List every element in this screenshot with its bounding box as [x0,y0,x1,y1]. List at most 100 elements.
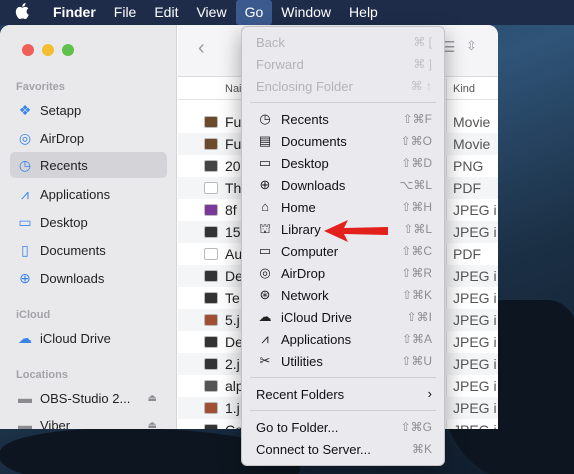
disk-icon: ▬ [18,417,32,429]
menu-item-label: Connect to Server... [256,442,371,457]
menu-window[interactable]: Window [272,0,340,25]
sidebar-item-applications[interactable]: ⩘ Applications [10,181,167,207]
home-icon: ⌂ [261,199,269,214]
eject-icon[interactable]: ⏏ [148,393,157,404]
menu-item-label: Home [281,200,316,215]
sidebar-item-airdrop[interactable]: ◎ AirDrop [10,125,167,151]
sidebar-item-downloads[interactable]: ⊕ Downloads [10,265,167,291]
menu-item-label: AirDrop [281,266,326,281]
menu-item-label: Forward [256,57,304,72]
file-kind: JPEG i [453,356,497,372]
menu-item-forward[interactable]: Forward ⌘ ] [242,53,444,75]
sort-icon[interactable]: ⇳ [466,38,477,54]
menu-bar: Finder File Edit View Go Window Help [0,0,574,25]
sidebar-item-recents[interactable]: ◷ Recents [10,152,167,178]
menu-item-downloads[interactable]: ⊕ Downloads ⌥⌘L [242,174,444,196]
library-icon: ⛫ [259,221,271,236]
menu-item-shortcut: ⇧⌘R [401,266,432,280]
back-icon[interactable]: ‹ [198,37,205,60]
file-kind: JPEG i [453,312,497,328]
disk-icon: ▬ [18,390,32,406]
menu-item-applications[interactable]: ⩘ Applications ⇧⌘A [242,328,444,350]
cloud-icon: ☁ [18,329,32,346]
applications-icon: ⩘ [261,331,269,346]
zoom-button[interactable] [62,44,74,56]
sidebar-item-obs-studio[interactable]: ▬ OBS-Studio 2... ⏏ [10,385,167,411]
sidebar-item-label: OBS-Studio 2... [40,390,131,406]
menu-edit[interactable]: Edit [145,0,187,25]
sidebar-item-setapp[interactable]: ❖ Setapp [10,97,167,123]
document-icon: ▤ [258,133,272,148]
file-thumbnail-icon [204,204,218,216]
column-name-header[interactable]: Nai [225,83,242,95]
menu-item-label: Library [281,222,321,237]
menu-item-desktop[interactable]: ▭ Desktop ⇧⌘D [242,152,444,174]
file-name: 5.j [225,312,240,328]
column-kind-header[interactable]: Kind [453,83,475,95]
red-arrow-annotation [324,220,388,242]
sidebar-item-label: Viber [40,417,71,430]
sidebar-item-icloud-drive[interactable]: ☁ iCloud Drive [10,325,167,351]
menu-help[interactable]: Help [340,0,387,25]
applications-icon: ⩘ [21,185,29,202]
menu-item-label: Downloads [281,178,346,193]
file-kind: JPEG i [453,334,497,350]
menu-item-airdrop[interactable]: ◎ AirDrop ⇧⌘R [242,262,444,284]
file-thumbnail-icon [204,314,218,326]
desktop-icon: ▭ [18,213,32,230]
globe-icon: ⊛ [259,287,271,302]
menu-item-recents[interactable]: ◷ Recents ⇧⌘F [242,108,444,130]
sidebar-item-viber[interactable]: ▬ Viber ⏏ [10,412,167,429]
menu-item-shortcut: ⇧⌘H [401,200,432,214]
menu-item-connect-to-server[interactable]: Connect to Server... ⌘K [242,438,444,460]
menu-item-documents[interactable]: ▤ Documents ⇧⌘O [242,130,444,152]
menu-item-shortcut: ⌘ ] [413,57,432,71]
file-thumbnail-icon [204,424,218,429]
file-kind: JPEG i [453,400,497,416]
menu-separator [250,410,436,411]
menu-item-enclosing-folder[interactable]: Enclosing Folder ⌘ ↑ [242,75,444,97]
menu-item-utilities[interactable]: ✂ Utilities ⇧⌘U [242,350,444,372]
menu-item-back[interactable]: Back ⌘ [ [242,31,444,53]
file-thumbnail-icon [204,270,218,282]
go-menu: Back ⌘ [ Forward ⌘ ] Enclosing Folder ⌘ … [241,26,445,466]
download-icon: ⊕ [19,269,31,286]
menu-item-icloud-drive[interactable]: ☁ iCloud Drive ⇧⌘I [242,306,444,328]
file-name: Th [225,180,242,196]
sidebar-section-icloud: iCloud [16,309,51,321]
menu-item-network[interactable]: ⊛ Network ⇧⌘K [242,284,444,306]
menu-item-go-to-folder[interactable]: Go to Folder... ⇧⌘G [242,416,444,438]
file-name: Te [225,290,240,306]
menu-finder[interactable]: Finder [44,0,105,25]
window-controls [22,44,74,56]
file-kind: JPEG i [453,224,497,240]
file-kind: Movie [453,114,491,130]
desktop-icon: ▭ [258,155,272,170]
menu-item-label: Computer [281,244,339,259]
menu-separator [250,377,436,378]
file-kind: JPEG i [453,378,497,394]
menu-item-label: Recent Folders [256,387,345,402]
apple-menu-icon[interactable] [0,3,44,22]
sidebar-item-label: Setapp [40,102,82,118]
minimize-button[interactable] [42,44,54,56]
menu-file[interactable]: File [105,0,146,25]
menu-view[interactable]: View [187,0,235,25]
eject-icon[interactable]: ⏏ [148,420,157,430]
menu-separator [250,102,436,103]
close-button[interactable] [22,44,34,56]
menu-go[interactable]: Go [235,0,273,25]
file-kind: JPEG i [453,202,497,218]
sidebar-item-desktop[interactable]: ▭ Desktop [10,209,167,235]
file-thumbnail-icon [204,292,218,304]
menu-item-shortcut: ⇧⌘A [401,332,432,346]
file-kind: JPEG i [453,422,497,429]
menu-item-shortcut: ⌘ ↑ [410,79,432,93]
menu-item-label: Documents [281,134,347,149]
menu-item-home[interactable]: ⌂ Home ⇧⌘H [242,196,444,218]
clock-icon: ◷ [259,111,271,126]
sidebar-item-documents[interactable]: ▯ Documents [10,237,167,263]
menu-item-label: Enclosing Folder [256,79,353,94]
menu-item-recent-folders[interactable]: Recent Folders › [242,383,444,405]
menu-item-shortcut: ⇧⌘K [401,288,432,302]
